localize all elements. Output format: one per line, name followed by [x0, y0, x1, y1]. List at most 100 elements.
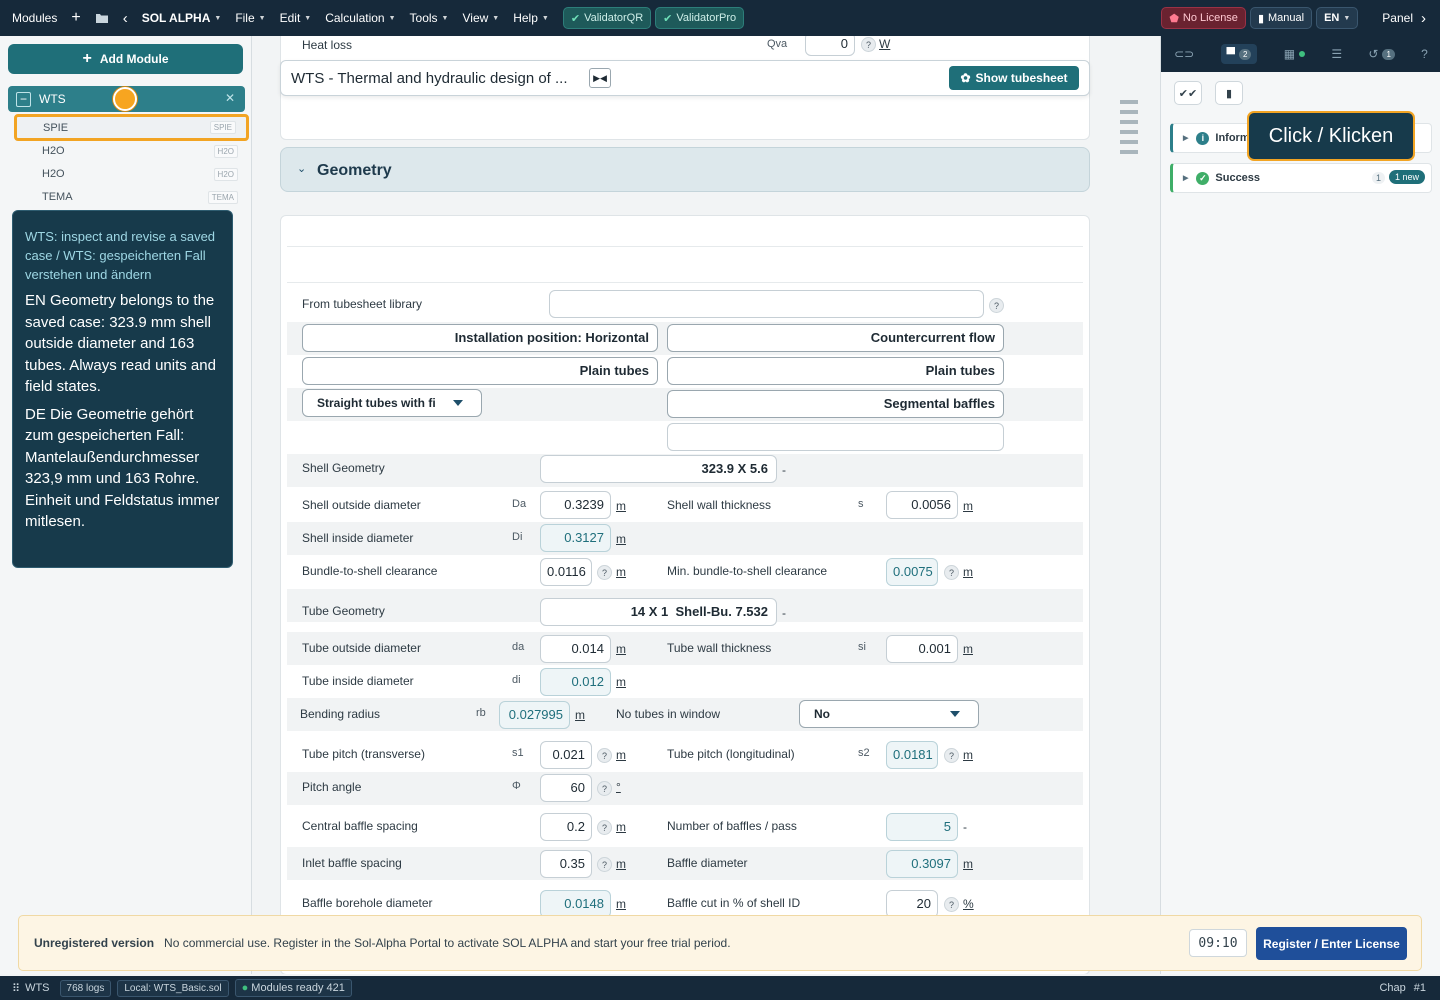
back-icon[interactable]: ‹	[123, 10, 128, 27]
tube-surface-option[interactable]: Plain tubes	[302, 357, 658, 385]
tooltip-heading: WTS: inspect and revise a saved case / W…	[25, 229, 216, 282]
symbol-label: da	[512, 641, 525, 653]
trash-icon: ▮	[1225, 87, 1233, 100]
tooltip-text-de: DE Die Geometrie gehört zum gespeicherte…	[25, 405, 220, 531]
top-menubar: Modules + ‹ SOL ALPHA ▼ File ▼ Edit ▼ Calcu…	[0, 0, 1440, 36]
installation-position-option[interactable]: Installation position: Horizontal	[302, 324, 658, 352]
tab-list[interactable]: ☰	[1331, 47, 1342, 61]
tree-item-label: H2O	[42, 168, 65, 180]
expand-icon: ▶	[1183, 135, 1189, 142]
bundle-clearance-input[interactable]: 0.0116	[540, 558, 592, 586]
menu-label: Edit	[279, 11, 301, 25]
tree-item-h2o[interactable]: H2O H2O	[16, 163, 248, 185]
status-bar: ⠿ WTS 768 logs Local: WTS_Basic.sol ● Mo…	[0, 976, 1440, 1000]
toggle-width-icon[interactable]: ▶◀	[589, 68, 611, 88]
shell-geometry-select[interactable]: 323.9 X 5.6	[540, 455, 777, 483]
geometry-section-header[interactable]: ⌄ Geometry	[280, 147, 1090, 192]
validator-qr-button[interactable]: ✔ ValidatorQR	[562, 7, 652, 29]
tree-item-spie[interactable]: SPIE SPIE	[14, 114, 249, 141]
panel-toggle[interactable]: Panel	[1382, 11, 1413, 25]
tube-type-select[interactable]: Straight tubes with fix	[302, 389, 482, 417]
folder-icon[interactable]	[95, 12, 109, 24]
scroll-indicator[interactable]	[1120, 100, 1138, 158]
help-icon[interactable]: ?	[597, 781, 612, 796]
shell-od-input[interactable]: 0.3239	[540, 491, 611, 519]
tree-item-h2o[interactable]: H2O H2O	[16, 140, 248, 162]
menu-tools[interactable]: Tools ▼	[410, 11, 449, 25]
tubesheet-library-input[interactable]	[549, 290, 984, 318]
message-success[interactable]: ▶ ✓ Success 1 1 new	[1170, 163, 1432, 193]
no-tubes-window-select[interactable]: No	[799, 700, 979, 728]
help-icon[interactable]: ?	[597, 565, 612, 580]
pitch-transverse-input[interactable]: 0.021	[540, 741, 592, 769]
validator-pro-button[interactable]: ✔ ValidatorPro	[655, 7, 745, 29]
add-icon[interactable]: +	[71, 9, 80, 27]
empty-option[interactable]	[667, 423, 1004, 451]
tree-item-label: TEMA	[42, 191, 73, 203]
logs-badge[interactable]: 768 logs	[59, 979, 112, 997]
tube-od-input[interactable]: 0.014	[540, 635, 611, 663]
right-panel: ⊂⊃ ▀ 2 ▦ ☰ ↺ 1 ? ✔✔ ▮ ▶ i Inform ▶ ✓ Success 1…	[1160, 36, 1440, 974]
help-icon[interactable]: ?	[944, 748, 959, 763]
collapse-icon[interactable]: −	[16, 91, 31, 107]
help-icon[interactable]: ?	[861, 37, 876, 52]
modules-ready-badge[interactable]: ● Modules ready 421	[234, 979, 352, 997]
flow-direction-option[interactable]: Countercurrent flow	[667, 324, 1004, 352]
menu-file[interactable]: File ▼	[235, 11, 265, 25]
min-bundle-clearance-output: 0.0075	[886, 558, 938, 586]
chevron-right-icon[interactable]: ›	[1421, 10, 1426, 27]
symbol-label: Da	[512, 498, 527, 510]
language-select[interactable]: EN ▼	[1316, 7, 1359, 29]
help-icon[interactable]: ?	[597, 857, 612, 872]
menu-help[interactable]: Help ▼	[513, 11, 549, 25]
heat-loss-input[interactable]: 0	[805, 36, 855, 56]
unit-label: m	[616, 820, 626, 834]
tab-history[interactable]: ↺ 1	[1368, 47, 1395, 61]
click-indicator	[113, 87, 137, 111]
divider	[287, 246, 1083, 247]
shell-wall-input[interactable]: 0.0056	[886, 491, 958, 519]
tab-links[interactable]: ⊂⊃	[1174, 47, 1194, 61]
help-icon[interactable]: ?	[944, 565, 959, 580]
central-baffle-input[interactable]: 0.2	[540, 813, 592, 841]
list-icon: ☰	[1331, 47, 1343, 61]
tube-wall-input[interactable]: 0.001	[886, 635, 958, 663]
manual-button[interactable]: ▮ Manual	[1249, 7, 1313, 29]
local-file-badge[interactable]: Local: WTS_Basic.sol	[117, 979, 229, 997]
modules-label[interactable]: Modules	[12, 11, 57, 25]
unit-label: m	[616, 897, 626, 911]
help-icon[interactable]: ?	[597, 820, 612, 835]
baffle-type-option[interactable]: Segmental baffles	[667, 390, 1004, 418]
tab-help[interactable]: ?	[1421, 47, 1428, 61]
tab-messages[interactable]: ▀ 2	[1220, 44, 1258, 64]
close-icon[interactable]: ✕	[225, 91, 235, 105]
add-module-button[interactable]: + Add Module	[8, 44, 243, 74]
delete-button[interactable]: ▮	[1215, 81, 1243, 105]
status-dot: ●	[241, 982, 252, 994]
app-menu[interactable]: SOL ALPHA ▼	[142, 11, 222, 25]
mark-all-read-button[interactable]: ✔✔	[1174, 81, 1202, 105]
menu-view[interactable]: View ▼	[462, 11, 499, 25]
tree-item-tema[interactable]: TEMA TEMA	[16, 186, 248, 208]
history-icon: ↺	[1368, 47, 1379, 61]
help-icon[interactable]: ?	[944, 897, 959, 912]
tube-type-value: Straight tubes with fix	[317, 396, 435, 410]
help-icon[interactable]: ?	[989, 298, 1004, 313]
tube-geometry-select[interactable]: 14 X 1 Shell-Bu. 7.532	[540, 598, 777, 626]
show-tubesheet-button[interactable]: ✿ Show tubesheet	[949, 66, 1079, 90]
help-icon[interactable]: ?	[597, 748, 612, 763]
baffle-cut-input[interactable]: 20	[886, 890, 938, 918]
register-button[interactable]: Register / Enter License	[1256, 927, 1407, 960]
tab-results[interactable]: ▦	[1284, 47, 1306, 61]
shell-wall-label: Shell wall thickness	[667, 498, 772, 512]
shell-tube-surface-option[interactable]: Plain tubes	[667, 357, 1004, 385]
inlet-baffle-input[interactable]: 0.35	[540, 850, 592, 878]
unit-label: m	[963, 499, 973, 513]
pitch-angle-input[interactable]: 60	[540, 774, 592, 802]
unit-label: m	[616, 532, 626, 546]
menu-calculation[interactable]: Calculation ▼	[325, 11, 395, 25]
check-circle-icon: ✔	[663, 12, 673, 25]
license-status-button[interactable]: ⬟ No License	[1161, 7, 1246, 29]
menu-edit[interactable]: Edit ▼	[280, 11, 312, 25]
symbol-label: si	[858, 641, 866, 653]
